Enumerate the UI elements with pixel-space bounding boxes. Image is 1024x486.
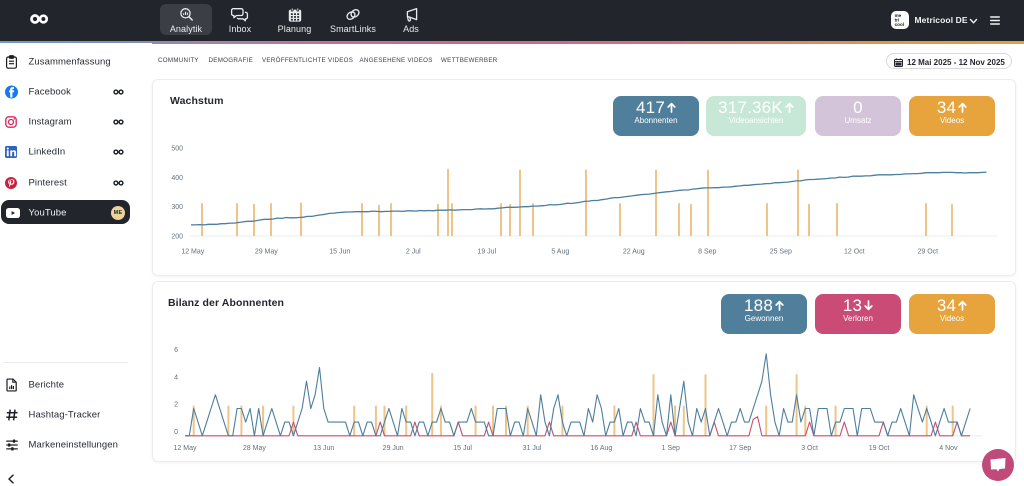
svg-text:0: 0	[174, 429, 178, 436]
svg-text:400: 400	[171, 175, 183, 182]
svg-text:12 May: 12 May	[181, 249, 204, 256]
svg-text:300: 300	[171, 204, 183, 211]
svg-text:29 Oct: 29 Oct	[917, 249, 938, 256]
svg-text:31 Jul: 31 Jul	[523, 445, 542, 452]
svg-text:2 Jul: 2 Jul	[406, 249, 421, 256]
svg-text:6: 6	[174, 347, 178, 354]
svg-text:2: 2	[174, 402, 178, 409]
svg-text:500: 500	[171, 146, 183, 153]
svg-text:19 Oct: 19 Oct	[869, 445, 890, 452]
svg-text:cool: cool	[895, 22, 904, 27]
svg-text:19 Jul: 19 Jul	[477, 249, 496, 256]
svg-text:17 Sep: 17 Sep	[729, 445, 751, 452]
svg-text:25 Sep: 25 Sep	[770, 249, 792, 256]
svg-text:16 Aug: 16 Aug	[590, 445, 612, 452]
svg-text:15 Jul: 15 Jul	[453, 445, 472, 452]
svg-text:12 May: 12 May	[174, 445, 197, 452]
svg-text:1 Sep: 1 Sep	[662, 445, 680, 452]
svg-text:15 Jun: 15 Jun	[329, 249, 350, 256]
svg-text:4 Nov: 4 Nov	[939, 445, 958, 452]
svg-text:13 Jun: 13 Jun	[313, 445, 334, 452]
svg-text:8 Sep: 8 Sep	[698, 249, 716, 256]
svg-text:3 Oct: 3 Oct	[801, 445, 818, 452]
svg-text:12 Oct: 12 Oct	[844, 249, 865, 256]
svg-text:29 May: 29 May	[255, 249, 278, 256]
svg-text:28 May: 28 May	[243, 445, 266, 452]
svg-text:29 Jun: 29 Jun	[383, 445, 404, 452]
svg-text:22 Aug: 22 Aug	[623, 249, 645, 256]
svg-text:5 Aug: 5 Aug	[551, 249, 569, 256]
svg-text:4: 4	[174, 374, 178, 381]
svg-text:200: 200	[171, 233, 183, 240]
